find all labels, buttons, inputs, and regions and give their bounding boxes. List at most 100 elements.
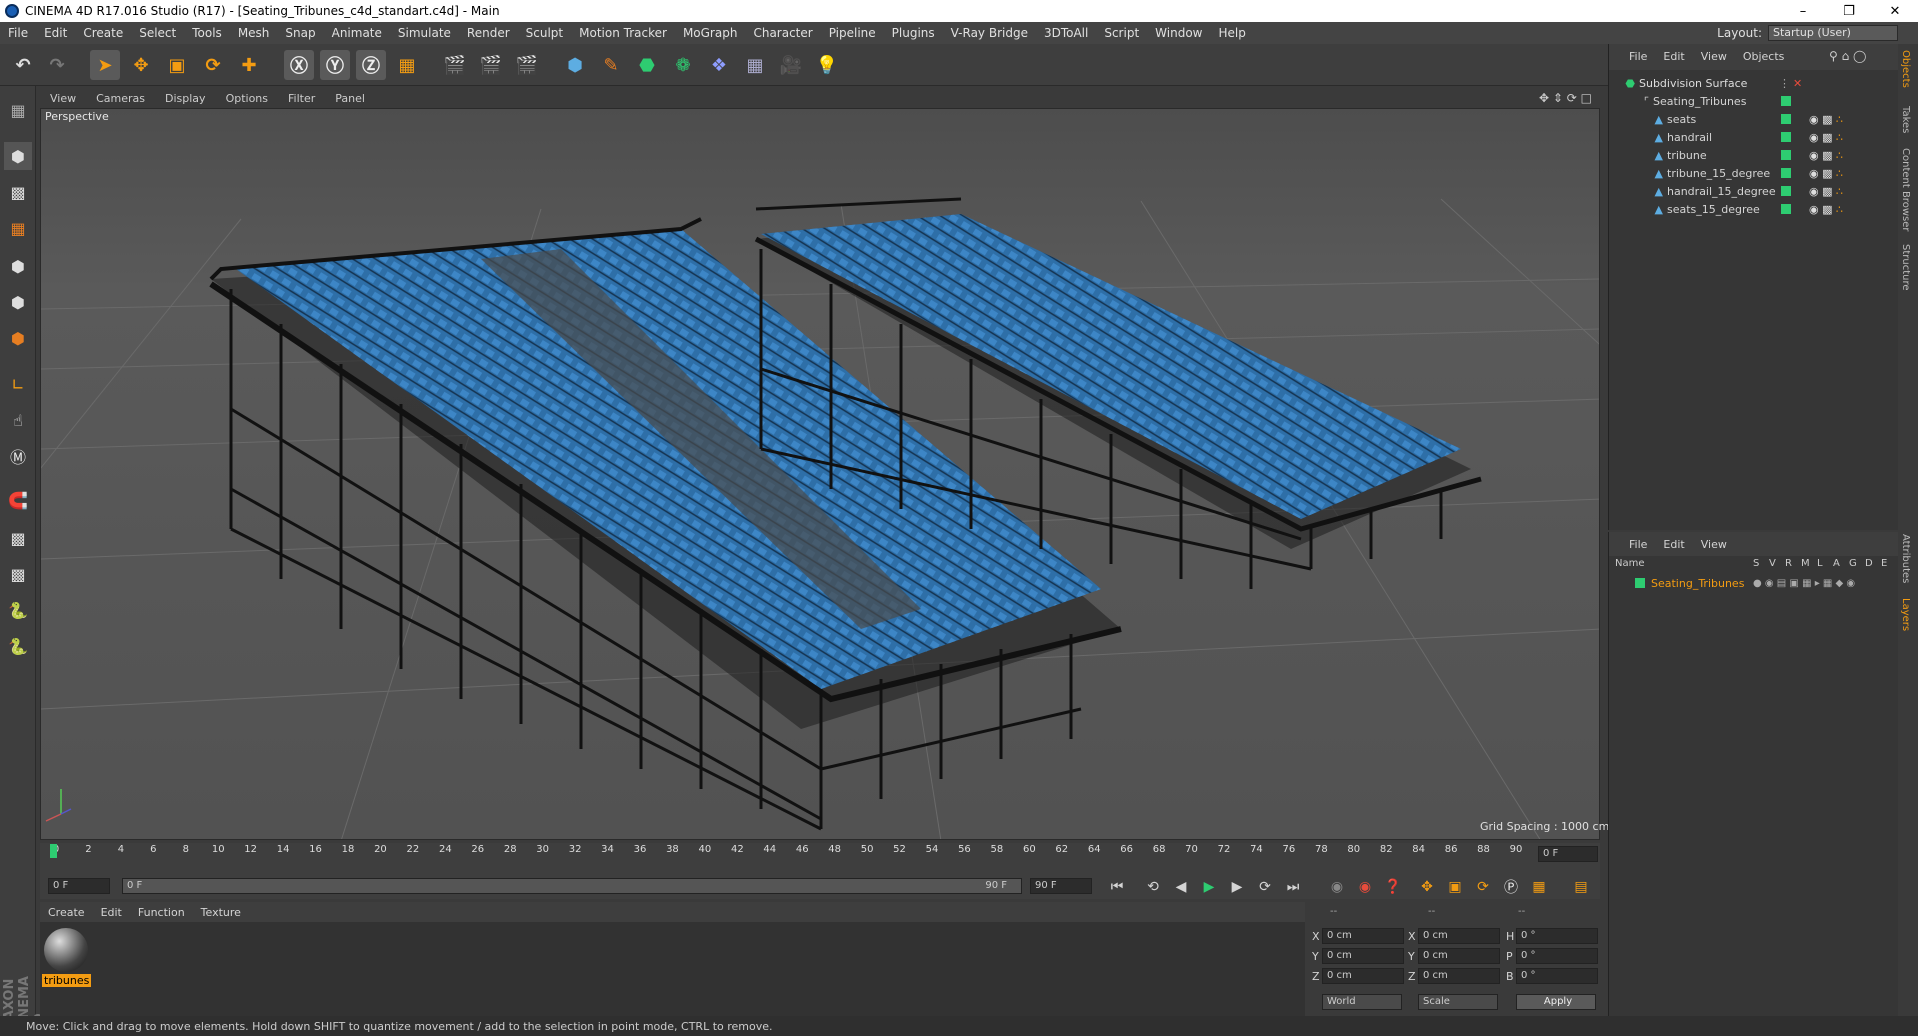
obj-menu-view[interactable]: View bbox=[1701, 50, 1727, 63]
tree-row-handrail-15[interactable]: ▲ handrail_15_degree ◉ ▩ ∴ bbox=[1609, 182, 1899, 200]
size-y-field[interactable]: 0 cm bbox=[1418, 948, 1500, 964]
vp-menu-display[interactable]: Display bbox=[155, 92, 216, 105]
layer-tag-icon[interactable] bbox=[1781, 114, 1791, 124]
menu-3dtoall[interactable]: 3DToAll bbox=[1036, 26, 1096, 40]
polygons-mode-icon[interactable]: ⬢ bbox=[4, 324, 32, 352]
menu-snap[interactable]: Snap bbox=[277, 26, 323, 40]
menu-motion-tracker[interactable]: Motion Tracker bbox=[571, 26, 675, 40]
coord-space-select[interactable]: World bbox=[1322, 994, 1402, 1010]
material-tag-icon[interactable]: ◉ ▩ ∴ bbox=[1809, 149, 1843, 162]
menu-render[interactable]: Render bbox=[459, 26, 518, 40]
redo-icon[interactable]: ↷ bbox=[42, 50, 72, 80]
tab-attributes[interactable]: Attributes bbox=[1900, 534, 1911, 583]
material-tag-icon[interactable]: ◉ ▩ ∴ bbox=[1809, 131, 1843, 144]
restore-icon[interactable]: ❐ bbox=[1826, 4, 1872, 19]
col-m[interactable]: M bbox=[1801, 558, 1810, 569]
z-axis-lock-icon[interactable]: Ⓩ bbox=[356, 50, 386, 80]
material-tag-icon[interactable]: ◉ ▩ ∴ bbox=[1809, 167, 1843, 180]
end-frame-field[interactable]: 90 F bbox=[1030, 878, 1092, 894]
pos-x-field[interactable]: 0 cm bbox=[1322, 928, 1404, 944]
vp-menu-cameras[interactable]: Cameras bbox=[86, 92, 155, 105]
play-icon[interactable]: ▶ bbox=[1198, 877, 1220, 897]
disabled-check-icon[interactable]: ✕ bbox=[1793, 77, 1802, 90]
obj-menu-file[interactable]: File bbox=[1629, 50, 1647, 63]
y-axis-lock-icon[interactable]: Ⓨ bbox=[320, 50, 350, 80]
goto-start-icon[interactable]: ⏮ bbox=[1106, 877, 1128, 897]
col-d[interactable]: D bbox=[1865, 558, 1873, 569]
rot-b-field[interactable]: 0 ° bbox=[1516, 968, 1598, 984]
current-frame-field[interactable]: 0 F bbox=[1538, 846, 1598, 862]
pen-spline-icon[interactable]: ✎ bbox=[596, 50, 626, 80]
record-icon[interactable]: ◉ bbox=[1354, 877, 1376, 897]
material-tag-icon[interactable]: ◉ ▩ ∴ bbox=[1809, 203, 1843, 216]
material-swatch[interactable] bbox=[44, 928, 88, 972]
prev-key-icon[interactable]: ⟲ bbox=[1142, 877, 1164, 897]
workplane-icon[interactable]: ▦ bbox=[4, 214, 32, 242]
snap-icon[interactable]: Ⓜ bbox=[4, 442, 32, 470]
col-e[interactable]: E bbox=[1881, 558, 1887, 569]
coordinate-system-icon[interactable]: ▦ bbox=[392, 50, 422, 80]
key-parameter-icon[interactable]: Ⓟ bbox=[1500, 877, 1522, 897]
key-position-icon[interactable]: ✥ bbox=[1416, 877, 1438, 897]
python-icon[interactable]: 🐍 bbox=[4, 596, 32, 624]
menu-pipeline[interactable]: Pipeline bbox=[821, 26, 884, 40]
prev-frame-icon[interactable]: ◀ bbox=[1170, 877, 1192, 897]
col-r[interactable]: R bbox=[1785, 558, 1792, 569]
workplane-lock-icon[interactable]: ▩ bbox=[4, 524, 32, 552]
menu-plugins[interactable]: Plugins bbox=[884, 26, 943, 40]
rot-h-field[interactable]: 0 ° bbox=[1516, 928, 1598, 944]
magnet-icon[interactable]: 🧲 bbox=[4, 486, 32, 514]
col-g[interactable]: G bbox=[1849, 558, 1857, 569]
tree-row-tribune-15[interactable]: ▲ tribune_15_degree ◉ ▩ ∴ bbox=[1609, 164, 1899, 182]
render-picture-viewer-icon[interactable]: 🎬 bbox=[476, 50, 506, 80]
vp-menu-view[interactable]: View bbox=[40, 92, 86, 105]
array-icon[interactable]: ❁ bbox=[668, 50, 698, 80]
mat-menu-texture[interactable]: Texture bbox=[193, 906, 249, 919]
make-editable-icon[interactable]: ▦ bbox=[4, 96, 32, 124]
layer-tag-icon[interactable] bbox=[1781, 168, 1791, 178]
minimize-icon[interactable]: – bbox=[1780, 4, 1826, 19]
tab-content-browser[interactable]: Content Browser bbox=[1900, 148, 1911, 231]
menu-create[interactable]: Create bbox=[75, 26, 131, 40]
tab-takes[interactable]: Takes bbox=[1900, 106, 1911, 133]
vp-menu-options[interactable]: Options bbox=[216, 92, 278, 105]
obj-menu-objects[interactable]: Objects bbox=[1743, 50, 1785, 63]
menu-select[interactable]: Select bbox=[131, 26, 184, 40]
layer-tag-icon[interactable] bbox=[1781, 186, 1791, 196]
menu-tools[interactable]: Tools bbox=[184, 26, 230, 40]
grid-snap-icon[interactable]: ▩ bbox=[4, 560, 32, 588]
tweak-mode-icon[interactable]: ☝ bbox=[4, 406, 32, 434]
obj-search-icon[interactable]: ⚲ ⌂ ◯ bbox=[1829, 49, 1866, 63]
menu-character[interactable]: Character bbox=[745, 26, 820, 40]
mat-menu-function[interactable]: Function bbox=[130, 906, 193, 919]
viewport-nav-icons[interactable]: ✥ ⇕ ⟳ □ bbox=[1539, 91, 1600, 105]
select-arrow-icon[interactable]: ➤ bbox=[90, 50, 120, 80]
tree-row-handrail[interactable]: ▲ handrail ◉ ▩ ∴ bbox=[1609, 128, 1899, 146]
menu-mesh[interactable]: Mesh bbox=[230, 26, 278, 40]
layer-name[interactable]: Seating_Tribunes bbox=[1651, 577, 1744, 590]
layer-menu-edit[interactable]: Edit bbox=[1663, 538, 1684, 551]
key-pla-icon[interactable]: ▦ bbox=[1528, 877, 1550, 897]
texture-mode-icon[interactable]: ▩ bbox=[4, 178, 32, 206]
autokey-icon[interactable]: ❓ bbox=[1382, 877, 1404, 897]
camera-icon[interactable]: 🎥 bbox=[776, 50, 806, 80]
points-mode-icon[interactable]: ⬢ bbox=[4, 252, 32, 280]
tree-row-subdivision[interactable]: ⬣ Subdivision Surface ⋮ ✕ bbox=[1609, 74, 1899, 92]
menu-animate[interactable]: Animate bbox=[324, 26, 390, 40]
tab-objects[interactable]: Objects bbox=[1900, 50, 1911, 88]
goto-end-icon[interactable]: ⏭ bbox=[1282, 877, 1304, 897]
layout-select[interactable]: Startup (User) bbox=[1768, 25, 1898, 41]
key-rotation-icon[interactable]: ⟳ bbox=[1472, 877, 1494, 897]
start-frame-field[interactable]: 0 F bbox=[48, 878, 110, 894]
layer-tag-icon[interactable] bbox=[1781, 96, 1791, 106]
tree-row-seating-tribunes[interactable]: ⌜ Seating_Tribunes bbox=[1609, 92, 1899, 110]
tree-row-tribune[interactable]: ▲ tribune ◉ ▩ ∴ bbox=[1609, 146, 1899, 164]
keyframe-icon[interactable]: ◉ bbox=[1326, 877, 1348, 897]
model-mode-icon[interactable]: ⬢ bbox=[4, 142, 32, 170]
menu-script[interactable]: Script bbox=[1096, 26, 1147, 40]
python-script-icon[interactable]: 🐍 bbox=[4, 632, 32, 660]
tree-row-seats-15[interactable]: ▲ seats_15_degree ◉ ▩ ∴ bbox=[1609, 200, 1899, 218]
pos-z-field[interactable]: 0 cm bbox=[1322, 968, 1404, 984]
close-icon[interactable]: ✕ bbox=[1872, 4, 1918, 19]
menu-simulate[interactable]: Simulate bbox=[390, 26, 459, 40]
